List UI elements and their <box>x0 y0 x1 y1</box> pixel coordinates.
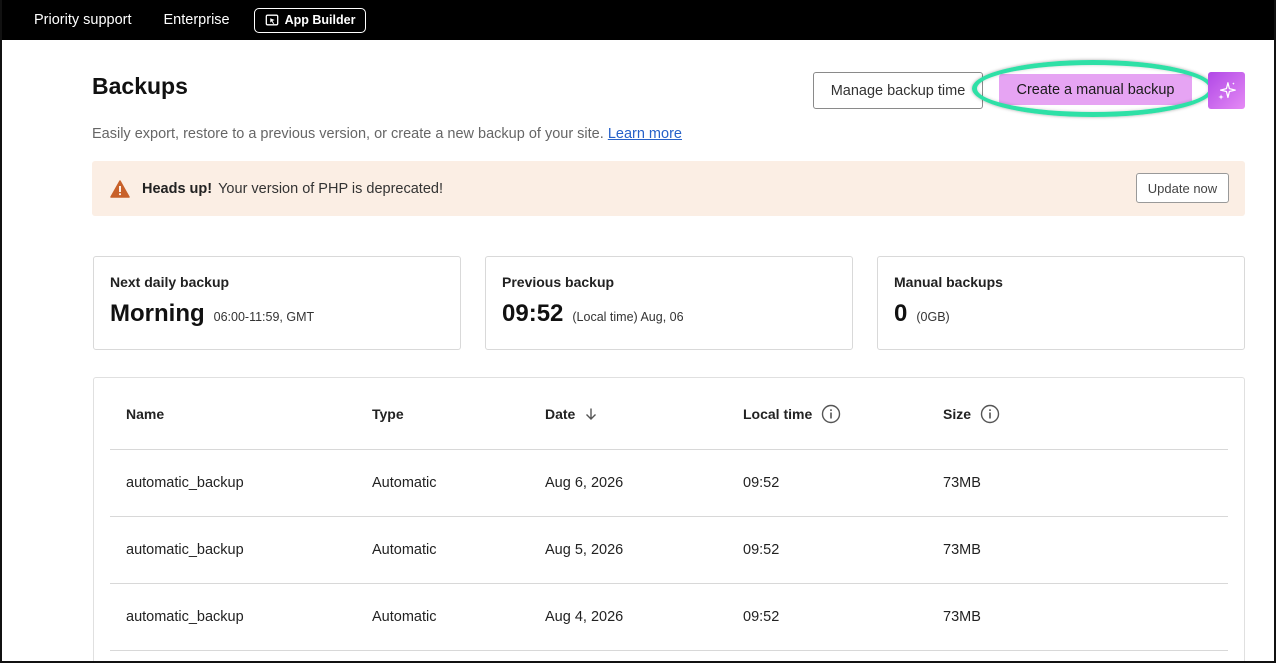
column-header-label: Type <box>372 405 404 422</box>
subtitle-text: Easily export, restore to a previous ver… <box>92 126 604 142</box>
table-header: Name Type Date Local time Size <box>110 378 1228 450</box>
cell-size: 73MB <box>943 609 981 625</box>
column-header-label: Date <box>545 405 576 422</box>
table-row[interactable]: automatic_backup Automatic Aug 6, 2026 0… <box>110 450 1228 517</box>
learn-more-link[interactable]: Learn more <box>608 126 682 142</box>
card-value: 0 <box>894 300 908 327</box>
column-header-size: Size <box>943 404 1000 424</box>
cell-date: Aug 4, 2026 <box>545 609 624 625</box>
column-header-type: Type <box>372 406 404 422</box>
sparkles-icon <box>1217 81 1236 100</box>
page-subtitle: Easily export, restore to a previous ver… <box>92 126 682 142</box>
info-icon[interactable] <box>821 404 841 424</box>
warning-triangle-icon <box>110 179 130 198</box>
banner-title: Heads up! <box>142 180 213 197</box>
manage-backup-time-button[interactable]: Manage backup time <box>813 72 983 109</box>
app-builder-icon <box>265 14 278 26</box>
cell-local-time: 09:52 <box>743 609 780 625</box>
sort-descending-icon[interactable] <box>584 407 598 421</box>
column-header-name: Name <box>126 406 164 422</box>
backups-table: Name Type Date Local time Size automatic… <box>93 377 1245 661</box>
php-deprecated-banner: Heads up! Your version of PHP is depreca… <box>92 161 1245 216</box>
cell-date: Aug 5, 2026 <box>545 542 624 558</box>
cell-name: automatic_backup <box>126 609 244 625</box>
update-now-button[interactable]: Update now <box>1136 173 1229 203</box>
card-detail: (Local time) Aug, 06 <box>572 310 684 324</box>
page-frame: Priority support Enterprise App Builder … <box>0 0 1276 663</box>
next-daily-backup-card: Next daily backup Morning 06:00-11:59, G… <box>93 256 461 350</box>
nav-enterprise[interactable]: Enterprise <box>164 12 230 28</box>
app-builder-label: App Builder <box>284 13 356 27</box>
cell-type: Automatic <box>372 542 437 558</box>
app-builder-button[interactable]: App Builder <box>253 7 367 33</box>
column-header-label: Name <box>126 405 165 422</box>
cell-type: Automatic <box>372 609 437 625</box>
cell-date: Aug 6, 2026 <box>545 475 624 491</box>
card-value: 09:52 <box>502 300 564 327</box>
cell-size: 73MB <box>943 475 981 491</box>
cell-local-time: 09:52 <box>743 475 780 491</box>
cell-name: automatic_backup <box>126 542 244 558</box>
ai-assistant-button[interactable] <box>1208 72 1245 109</box>
top-navigation: Priority support Enterprise App Builder <box>2 0 1274 40</box>
column-header-local-time: Local time <box>743 404 841 424</box>
create-manual-backup-button[interactable]: Create a manual backup <box>999 74 1192 105</box>
card-label: Previous backup <box>502 274 615 290</box>
banner-message: Your version of PHP is deprecated! <box>218 180 443 197</box>
cell-local-time: 09:52 <box>743 542 780 558</box>
column-header-label: Local time <box>743 405 813 422</box>
table-row[interactable]: automatic_backup Automatic Aug 5, 2026 0… <box>110 517 1228 584</box>
card-detail: 06:00-11:59, GMT <box>213 310 315 324</box>
table-row[interactable]: automatic_backup Automatic Aug 4, 2026 0… <box>110 584 1228 651</box>
card-label: Next daily backup <box>110 274 230 290</box>
card-value: Morning <box>110 300 205 327</box>
card-label: Manual backups <box>894 274 1003 290</box>
card-detail: (0GB) <box>916 310 950 324</box>
cell-name: automatic_backup <box>126 475 244 491</box>
column-header-date[interactable]: Date <box>545 406 598 422</box>
previous-backup-card: Previous backup 09:52 (Local time) Aug, … <box>485 256 853 350</box>
info-icon[interactable] <box>980 404 1000 424</box>
manual-backups-card: Manual backups 0 (0GB) <box>877 256 1245 350</box>
page-title: Backups <box>92 73 188 99</box>
column-header-label: Size <box>943 405 972 422</box>
cell-type: Automatic <box>372 475 437 491</box>
nav-priority-support[interactable]: Priority support <box>34 12 132 28</box>
cell-size: 73MB <box>943 542 981 558</box>
